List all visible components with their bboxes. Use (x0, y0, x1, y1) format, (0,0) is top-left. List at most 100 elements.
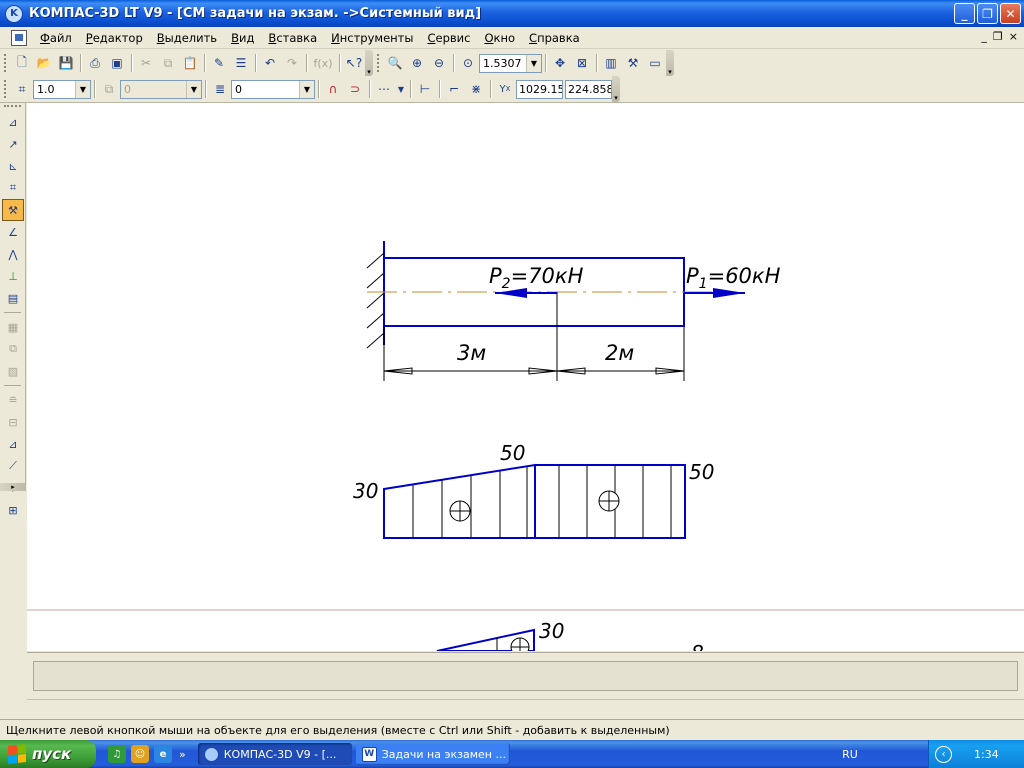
paste-icon[interactable]: 📋 (179, 52, 201, 74)
library-icon[interactable]: ▥ (600, 52, 622, 74)
display-icon[interactable]: ▭ (644, 52, 666, 74)
fragment-icon[interactable]: ▤ (2, 287, 24, 309)
analysis-icon[interactable]: ⊥ (2, 265, 24, 287)
function-icon[interactable]: f(x) (310, 52, 336, 74)
menu-insert[interactable]: Вставка (261, 31, 324, 45)
save-icon[interactable]: 💾 (55, 52, 77, 74)
tools-icon[interactable]: ⚒ (622, 52, 644, 74)
cursor-y-field[interactable]: 224.858 (565, 79, 612, 99)
diagram-value-partial[interactable]: 8 (691, 641, 704, 651)
grid-snap-icon[interactable]: ⌗ (11, 78, 33, 100)
force-diagram-lower[interactable] (436, 628, 535, 651)
menu-window[interactable]: Окно (477, 31, 522, 45)
print-icon[interactable]: ⎙ (84, 52, 106, 74)
drawing-svg[interactable]: P2=70кН P1=60кН 3м 2м 30 50 50 30 (27, 103, 1024, 651)
diagram-value-30[interactable]: 30 (353, 479, 378, 503)
force-p1-arrow[interactable] (684, 288, 745, 298)
show-hidden-icons-icon[interactable]: ‹ (935, 745, 952, 763)
insert-icon[interactable]: ▧ (2, 360, 24, 382)
zoom-combobox[interactable]: 1.5307 ▼ (479, 53, 542, 73)
toolbar-options-icon[interactable]: ▾ (365, 50, 373, 76)
local-cs-icon[interactable]: ⊢ (414, 78, 436, 100)
undo-icon[interactable]: ↶ (259, 52, 281, 74)
chevron-down-icon[interactable]: ▼ (526, 54, 541, 72)
toolbar-grip[interactable] (377, 54, 380, 72)
menu-editor[interactable]: Редактор (79, 31, 150, 45)
diagram-value-50-right[interactable]: 50 (689, 460, 714, 484)
menu-tools[interactable]: Инструменты (324, 31, 420, 45)
menu-select[interactable]: Выделить (150, 31, 224, 45)
fit-all-icon[interactable]: ⊠ (571, 52, 593, 74)
redo-icon[interactable]: ↷ (281, 52, 303, 74)
menu-service[interactable]: Сервис (420, 31, 477, 45)
kompas-logo-icon[interactable]: K (5, 4, 23, 23)
properties-brush-icon[interactable]: ✎ (208, 52, 230, 74)
toolbar-grip[interactable] (4, 54, 7, 72)
document-menu-icon[interactable] (11, 29, 27, 46)
minimize-button[interactable]: _ (954, 3, 975, 24)
panel-splitter[interactable] (27, 699, 1024, 717)
help-cursor-icon[interactable]: ↖? (343, 52, 365, 74)
force-diagram-right[interactable] (534, 464, 686, 539)
close-button[interactable]: ✕ (1000, 3, 1021, 24)
task-word[interactable]: W Задачи на экзамен ... (355, 743, 510, 765)
hatch-icon[interactable]: ⟋ (2, 455, 24, 477)
cursor-x-field[interactable]: 1029.15 (516, 79, 563, 99)
toolbar-grip[interactable] (4, 80, 7, 98)
doc-minimize-button[interactable]: _ (981, 30, 987, 43)
copy-icon[interactable]: ⧉ (157, 52, 179, 74)
start-button[interactable]: пуск (0, 740, 96, 768)
chevron-down-icon[interactable]: ▼ (395, 78, 407, 100)
dimension-line-3m[interactable] (383, 367, 558, 375)
zoom-in-window-icon[interactable]: 🔍 (384, 52, 406, 74)
toolbar-options-icon[interactable]: ▸ (0, 483, 26, 491)
clock[interactable]: 1:34 (974, 748, 999, 761)
grid-icon[interactable]: ⋯ (373, 78, 395, 100)
new-document-icon[interactable]: 🗋 (11, 52, 33, 74)
language-indicator[interactable]: RU (837, 740, 863, 768)
geometry-icon[interactable]: ⊿ (2, 111, 24, 133)
grid-icon[interactable]: ≘ (2, 389, 24, 411)
maximize-button[interactable]: ❐ (977, 3, 998, 24)
toolbar-options-icon[interactable]: ▾ (666, 50, 674, 76)
media-player-icon[interactable]: ♫ (108, 745, 126, 763)
editing-icon[interactable]: ⌗ (2, 177, 24, 199)
spec-icon[interactable]: ▦ (2, 316, 24, 338)
round-off-icon[interactable]: ⋇ (465, 78, 487, 100)
messenger-icon[interactable]: ☺ (131, 745, 149, 763)
force-p2-label[interactable]: P2=70кН (489, 264, 584, 292)
task-kompas[interactable]: КОМПАС-3D V9 - [... (197, 743, 352, 765)
doc-close-button[interactable]: × (1009, 30, 1018, 43)
diagram-value-30-lower[interactable]: 30 (539, 619, 564, 643)
zoom-out-icon[interactable]: ⊖ (428, 52, 450, 74)
snap-magnet-icon[interactable]: ∩ (322, 78, 344, 100)
pan-icon[interactable]: ✥ (549, 52, 571, 74)
open-folder-icon[interactable]: 📂 (33, 52, 55, 74)
toolbar-grip[interactable] (4, 105, 21, 109)
dimension-3m-text[interactable]: 3м (457, 341, 486, 365)
frame-icon[interactable]: ⊞ (2, 499, 24, 521)
scale-combobox[interactable]: 1.0 ▼ (33, 79, 91, 99)
chevron-down-icon[interactable]: ▼ (75, 80, 90, 98)
menu-help[interactable]: Справка (522, 31, 587, 45)
zoom-in-icon[interactable]: ⊕ (406, 52, 428, 74)
print-preview-icon[interactable]: ▣ (106, 52, 128, 74)
quick-launch-more-icon[interactable]: » (179, 748, 186, 761)
style-combobox[interactable]: 0 ▼ (231, 79, 315, 99)
measure-icon[interactable]: ∠ (2, 221, 24, 243)
parameter-strip[interactable] (33, 661, 1018, 691)
ortho-mode-icon[interactable]: ⌐ (443, 78, 465, 100)
parametrization-icon[interactable]: ⚒ (2, 199, 24, 221)
dimension-2m-text[interactable]: 2м (605, 341, 634, 365)
chevron-down-icon[interactable]: ▼ (299, 80, 314, 98)
notation-icon[interactable]: ⊾ (2, 155, 24, 177)
force-p1-label[interactable]: P1=60кН (686, 264, 781, 292)
dimension-line-2m[interactable] (556, 367, 685, 375)
drawing-canvas[interactable]: P2=70кН P1=60кН 3м 2м 30 50 50 30 (27, 103, 1024, 651)
menu-view[interactable]: Вид (224, 31, 261, 45)
force-diagram-left[interactable] (383, 463, 536, 539)
fixed-support[interactable] (366, 241, 385, 349)
menu-file[interactable]: Файл (33, 31, 79, 45)
layer-combobox[interactable]: 0 ▼ (120, 79, 202, 99)
title-bar[interactable]: K КОМПАС-3D LT V9 - [СМ задачи на экзам.… (0, 0, 1024, 27)
